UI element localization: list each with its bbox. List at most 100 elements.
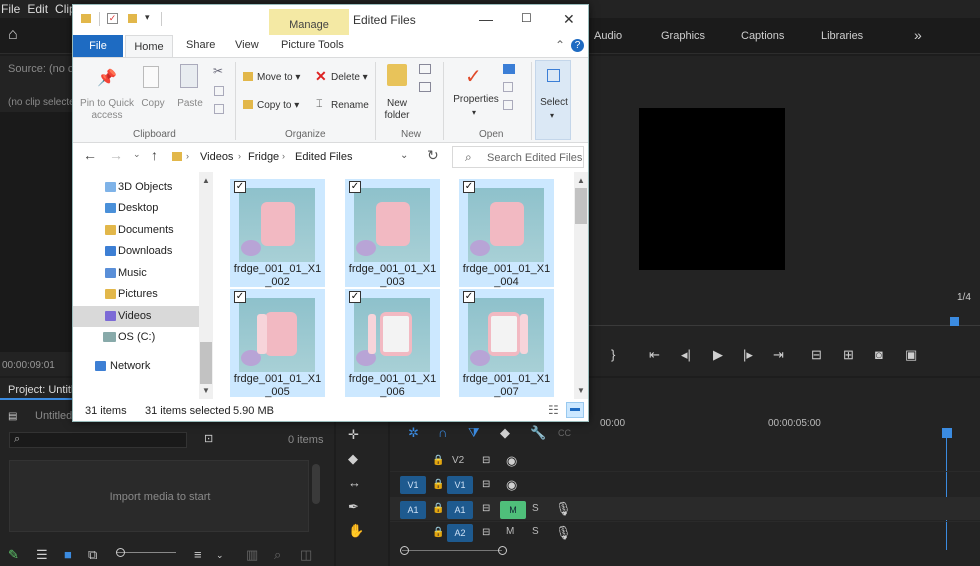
- collapse-ribbon-icon[interactable]: ⌃: [555, 38, 565, 52]
- chevron-down-icon[interactable]: ⌄: [216, 548, 224, 562]
- workspace-audio[interactable]: Audio: [594, 30, 622, 42]
- tab-file[interactable]: File: [73, 35, 123, 57]
- breadcrumb-fridge[interactable]: Fridge: [248, 151, 279, 163]
- captions-icon[interactable]: CC: [558, 426, 571, 440]
- selection-checkbox[interactable]: ✓: [234, 181, 246, 193]
- refresh-icon[interactable]: ↻: [427, 147, 439, 164]
- address-bar[interactable]: › Videos › Fridge › Edited Files ⌄: [167, 146, 417, 168]
- scroll-up-icon[interactable]: ▲: [202, 176, 210, 185]
- workspace-graphics[interactable]: Graphics: [661, 30, 705, 42]
- nav-item-music[interactable]: Music: [73, 263, 199, 284]
- back-icon[interactable]: ←: [83, 147, 97, 163]
- tab-home[interactable]: Home: [125, 35, 173, 57]
- project-title[interactable]: Project: Untitle: [8, 384, 80, 396]
- solo-button-a1[interactable]: S: [532, 503, 539, 514]
- icon-view-icon[interactable]: ■: [64, 548, 72, 562]
- file-tile[interactable]: ✓ frdge_001_01_X1 _005: [230, 289, 325, 398]
- nav-scrollbar[interactable]: ▲ ▼: [199, 172, 213, 399]
- microphone-icon[interactable]: 🎙: [555, 526, 572, 540]
- lock-icon[interactable]: 🔒: [432, 502, 444, 516]
- sync-lock-icon[interactable]: ⊟: [482, 526, 490, 540]
- program-timebar[interactable]: [589, 314, 980, 326]
- select-button[interactable]: Select ▾: [535, 60, 571, 140]
- home-icon[interactable]: ⌂: [8, 27, 18, 43]
- selection-checkbox[interactable]: ✓: [463, 181, 475, 193]
- timeline-zoom-bar[interactable]: [402, 550, 502, 551]
- open-icon[interactable]: [503, 64, 515, 74]
- track-name-a2[interactable]: A2: [447, 524, 473, 542]
- hand-tool-icon[interactable]: ✋: [348, 524, 364, 538]
- file-tile[interactable]: ✓ frdge_001_01_X1 _007: [459, 289, 554, 398]
- track-name-a1[interactable]: A1: [447, 501, 473, 519]
- new-folder-button[interactable]: New folder: [379, 98, 415, 122]
- zoom-slider-thumb[interactable]: [116, 548, 125, 557]
- lift-icon[interactable]: ⊟: [811, 348, 822, 362]
- close-icon[interactable]: ✕: [563, 11, 575, 28]
- sync-lock-icon[interactable]: ⊟: [482, 478, 490, 492]
- lock-icon[interactable]: 🔒: [432, 454, 444, 468]
- nav-item-os-c[interactable]: OS (C:): [73, 327, 199, 348]
- easy-access-icon[interactable]: [419, 82, 431, 92]
- properties-button[interactable]: Properties: [451, 94, 501, 106]
- add-marker-icon[interactable]: ◆: [500, 426, 510, 440]
- sync-lock-icon[interactable]: ⊟: [482, 502, 490, 516]
- pencil-icon[interactable]: ✎: [8, 548, 19, 562]
- selection-checkbox[interactable]: ✓: [349, 181, 361, 193]
- breadcrumb-edited-files[interactable]: Edited Files: [295, 151, 352, 163]
- new-folder-quick-icon[interactable]: [128, 14, 137, 23]
- rename-button[interactable]: Rename: [331, 100, 369, 112]
- automate-icon[interactable]: ▥: [246, 548, 258, 562]
- list-view-icon[interactable]: ☰: [36, 548, 48, 562]
- mute-button-a1[interactable]: M: [500, 501, 526, 519]
- snap-icon[interactable]: ✲: [408, 426, 419, 440]
- scroll-down-icon[interactable]: ▼: [202, 386, 210, 395]
- properties-quick-icon[interactable]: ✓: [107, 13, 118, 24]
- mark-out-icon[interactable]: }: [611, 348, 615, 362]
- menu-file[interactable]: File: [0, 0, 22, 18]
- cut-icon[interactable]: ✂: [213, 64, 223, 78]
- file-grid-scrollbar[interactable]: ▲ ▼: [574, 172, 588, 399]
- scroll-down-icon[interactable]: ▼: [577, 386, 585, 395]
- new-item-icon[interactable]: ◫: [300, 548, 312, 562]
- tab-share[interactable]: Share: [186, 39, 215, 51]
- eye-icon[interactable]: ◉: [506, 478, 517, 492]
- tab-picture-tools[interactable]: Picture Tools: [281, 39, 344, 51]
- razor-tool-icon[interactable]: ◆: [348, 452, 358, 466]
- customize-qat-icon[interactable]: ▾: [145, 12, 150, 23]
- menu-edit[interactable]: Edit: [26, 0, 50, 18]
- address-dropdown-icon[interactable]: ⌄: [400, 150, 408, 161]
- wrench-icon[interactable]: 🔧: [530, 426, 546, 440]
- copy-button[interactable]: Copy: [137, 98, 169, 110]
- new-item-icon[interactable]: [419, 64, 431, 74]
- timeline-playhead[interactable]: [942, 428, 952, 438]
- workspace-libraries[interactable]: Libraries: [821, 30, 863, 42]
- search-input[interactable]: ⌕ Search Edited Files: [452, 146, 584, 168]
- copy-to-button[interactable]: Copy to ▾: [257, 100, 299, 112]
- eye-icon[interactable]: ◉: [506, 454, 517, 468]
- solo-button-a2[interactable]: S: [532, 526, 539, 537]
- nav-item-videos[interactable]: Videos: [73, 306, 199, 327]
- forward-icon[interactable]: →: [109, 147, 123, 163]
- copy-path-icon[interactable]: [214, 86, 224, 96]
- extract-icon[interactable]: ⊞: [843, 348, 854, 362]
- manage-contextual-tab[interactable]: Manage: [269, 9, 349, 35]
- microphone-icon[interactable]: 🎙: [555, 502, 572, 516]
- paste-button[interactable]: Paste: [173, 98, 207, 110]
- file-tile[interactable]: ✓ frdge_001_01_X1 _002: [230, 179, 325, 288]
- lock-icon[interactable]: 🔒: [432, 526, 444, 540]
- breadcrumb-videos[interactable]: Videos: [200, 151, 233, 163]
- nav-item-downloads[interactable]: Downloads: [73, 241, 199, 262]
- export-frame-icon[interactable]: ◙: [875, 348, 883, 362]
- track-name-v1[interactable]: V1: [447, 476, 473, 494]
- magnet-icon[interactable]: ∩: [438, 426, 447, 440]
- play-icon[interactable]: ▶: [713, 348, 723, 362]
- comparison-view-icon[interactable]: ▣: [905, 348, 917, 362]
- freeform-view-icon[interactable]: ⧉: [88, 548, 97, 562]
- mute-button-a2[interactable]: M: [506, 526, 514, 537]
- linked-selection-icon[interactable]: ⧩: [468, 426, 480, 440]
- minimize-icon[interactable]: —: [479, 11, 493, 27]
- zoom-slider[interactable]: [116, 552, 176, 553]
- delete-button[interactable]: Delete ▾: [331, 72, 368, 84]
- nav-item-pictures[interactable]: Pictures: [73, 284, 199, 305]
- workspace-captions[interactable]: Captions: [741, 30, 784, 42]
